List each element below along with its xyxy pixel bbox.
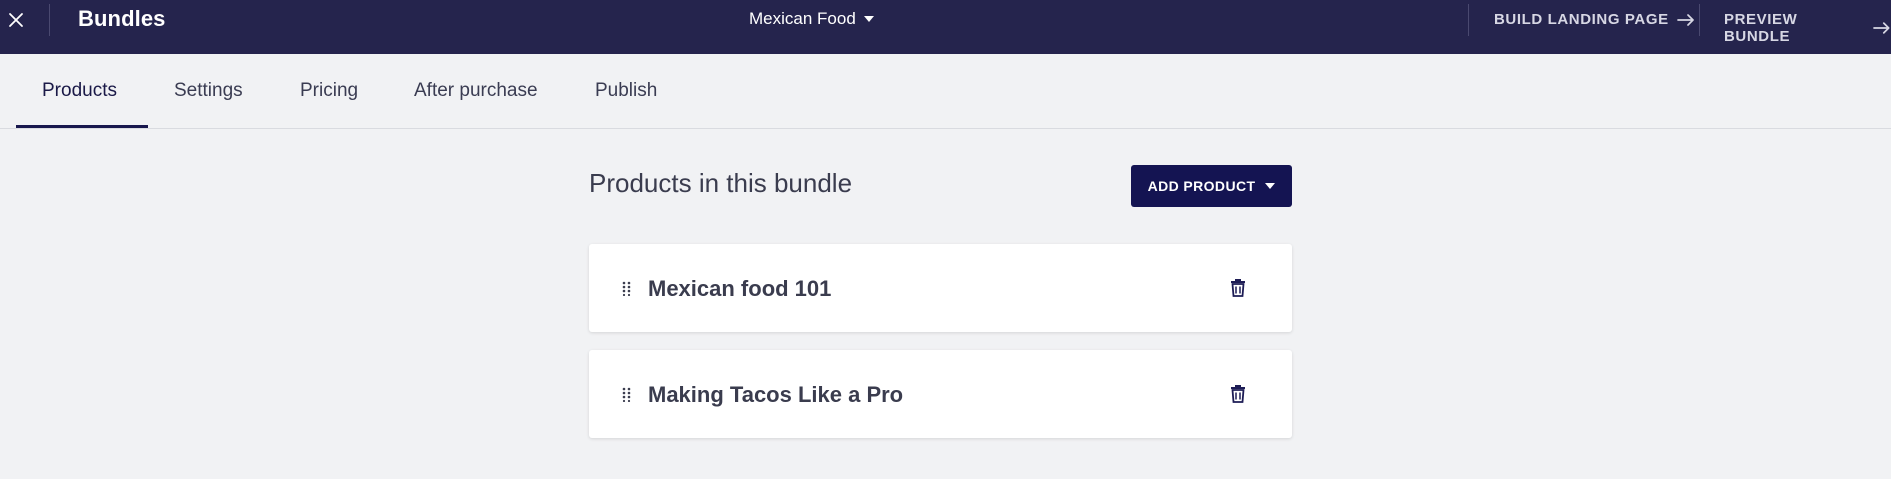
tab-publish[interactable]: Publish [595,80,657,102]
product-name: Making Tacos Like a Pro [648,382,904,407]
close-icon [9,13,23,27]
arrow-right-icon [1676,13,1694,26]
tab-pricing[interactable]: Pricing [300,80,358,102]
close-button[interactable] [0,0,32,40]
tab-settings[interactable]: Settings [174,80,243,102]
drag-handle-icon[interactable] [622,387,631,402]
add-product-button[interactable]: ADD PRODUCT [1131,165,1292,207]
trash-icon[interactable] [1229,383,1247,403]
build-landing-page-button[interactable]: BUILD LANDING PAGE [1494,11,1695,28]
drag-handle-icon[interactable] [622,281,631,296]
top-bar: Bundles Mexican Food BUILD LANDING PAGE … [0,0,1891,54]
bundle-name: Mexican Food [749,9,856,28]
tab-products[interactable]: Products [42,80,117,102]
chevron-down-icon [863,16,874,22]
header-divider [1699,4,1700,36]
active-tab-indicator [16,125,148,128]
arrow-right-icon [1873,22,1890,34]
tab-bar: Products Settings Pricing After purchase… [0,54,1891,129]
section-title: Products in this bundle [589,168,853,198]
bundle-selector[interactable]: Mexican Food [749,9,874,29]
product-name: Mexican food 101 [648,276,832,301]
preview-bundle-button[interactable]: PREVIEW BUNDLE [1724,11,1891,45]
app-title: Bundles [78,6,166,31]
build-landing-page-label: BUILD LANDING PAGE [1494,11,1669,28]
preview-bundle-label: PREVIEW BUNDLE [1724,11,1798,45]
header-divider [1468,4,1469,36]
trash-icon[interactable] [1229,277,1247,297]
tab-after-purchase[interactable]: After purchase [414,80,538,102]
product-card: Mexican food 101 [589,244,1292,332]
header-divider [49,4,50,36]
add-product-label: ADD PRODUCT [1147,178,1256,194]
chevron-down-icon [1265,183,1276,189]
product-card: Making Tacos Like a Pro [589,350,1292,438]
